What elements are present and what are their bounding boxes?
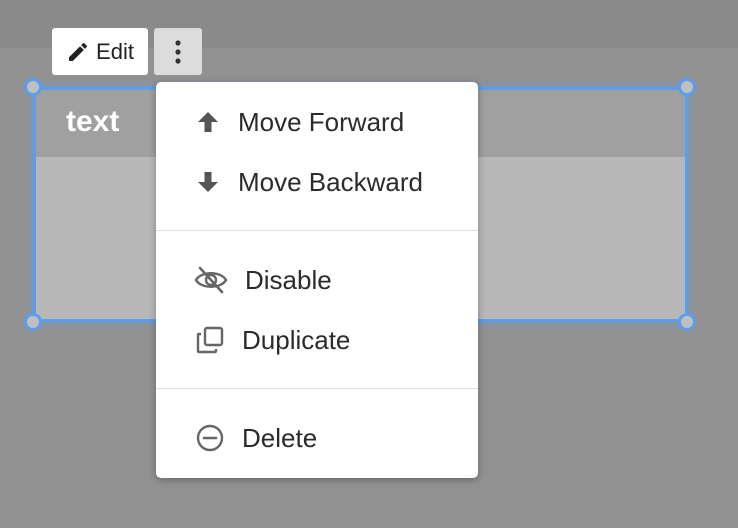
- menu-item-delete[interactable]: Delete: [156, 410, 478, 466]
- menu-item-label: Duplicate: [242, 324, 351, 355]
- pencil-icon: [66, 40, 90, 64]
- more-options-button[interactable]: [154, 28, 202, 75]
- edit-button-label: Edit: [96, 38, 134, 64]
- menu-divider: [156, 230, 478, 231]
- widget-title: text: [66, 105, 120, 138]
- menu-item-label: Move Backward: [238, 166, 423, 197]
- eye-off-icon: [194, 265, 228, 295]
- resize-handle-bottom-right[interactable]: [678, 313, 696, 331]
- menu-item-label: Disable: [245, 264, 332, 295]
- minus-circle-icon: [196, 424, 224, 452]
- duplicate-icon: [196, 326, 224, 354]
- menu-item-duplicate[interactable]: Duplicate: [156, 312, 478, 368]
- menu-item-label: Delete: [242, 422, 318, 453]
- context-menu: Move Forward Move Backward Disable Dupli…: [156, 82, 478, 478]
- menu-item-move-forward[interactable]: Move Forward: [156, 94, 478, 150]
- more-vertical-icon: [173, 39, 183, 65]
- resize-handle-bottom-left[interactable]: [24, 313, 42, 331]
- arrow-down-icon: [196, 170, 220, 194]
- menu-item-move-backward[interactable]: Move Backward: [156, 154, 478, 210]
- edit-button[interactable]: Edit: [52, 28, 148, 75]
- menu-divider: [156, 388, 478, 389]
- menu-item-label: Move Forward: [238, 106, 405, 137]
- resize-handle-top-right[interactable]: [678, 78, 696, 96]
- resize-handle-top-left[interactable]: [24, 78, 42, 96]
- menu-item-disable[interactable]: Disable: [156, 252, 478, 308]
- arrow-up-icon: [196, 110, 220, 134]
